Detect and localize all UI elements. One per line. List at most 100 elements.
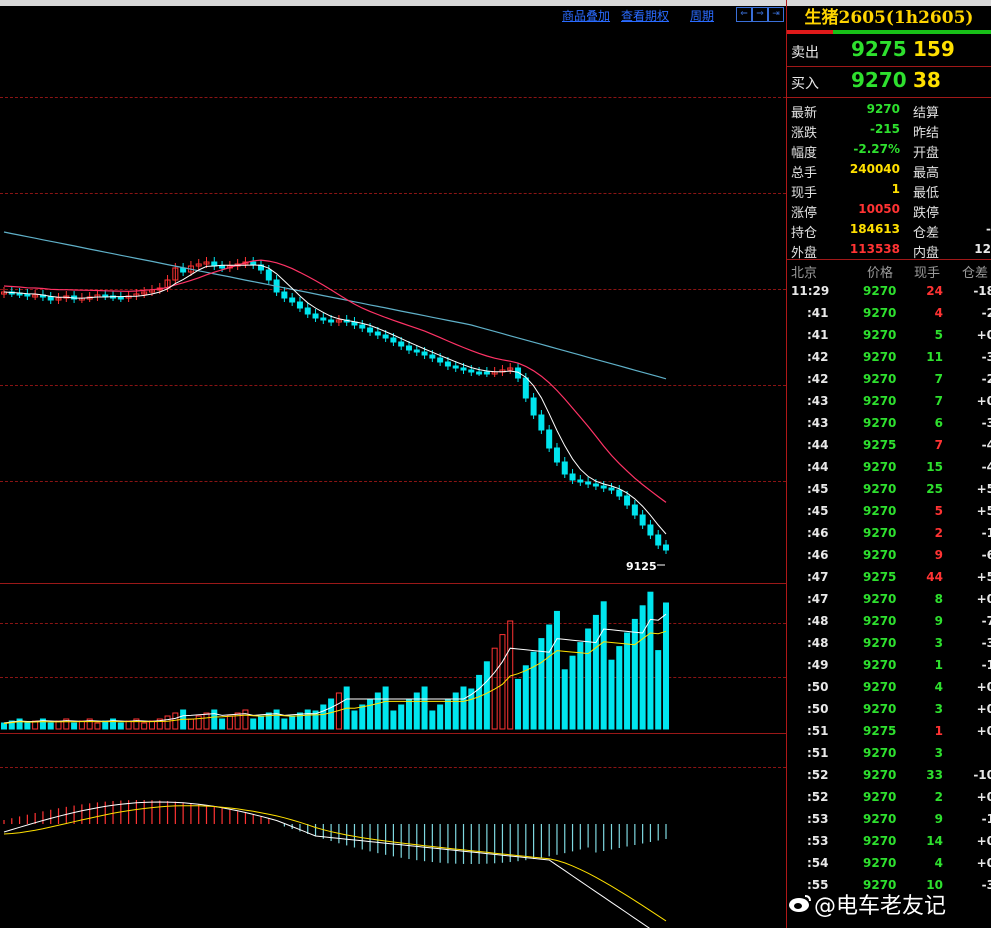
tick-volume: 7	[934, 394, 943, 408]
tick-price: 9270	[863, 284, 897, 298]
candle-body	[444, 361, 451, 367]
dea-line	[3, 805, 667, 922]
tick-oi-change: +0	[976, 328, 991, 342]
volume-bar	[304, 709, 311, 730]
tick-volume: 15	[926, 460, 943, 474]
candle-body	[553, 447, 560, 463]
ask-label: 卖出	[791, 45, 819, 61]
tick-volume: 9	[934, 548, 943, 562]
tick-time: :52	[807, 768, 829, 782]
volume-bar	[546, 624, 553, 730]
candle-body	[624, 495, 631, 506]
stat-value: 10050	[858, 202, 900, 216]
volume-bar	[647, 591, 654, 730]
volume-bar	[125, 720, 132, 730]
tick-row: :51 9270 3	[787, 743, 991, 765]
dif-line	[3, 801, 650, 928]
tick-oi-change: -3	[981, 878, 991, 892]
candle-body	[47, 296, 54, 301]
stat-row: 最新 9270 结算	[787, 100, 991, 121]
volume-bar	[226, 715, 233, 730]
candle-body	[569, 473, 576, 481]
tick-row: :50 9270 3 +0	[787, 699, 991, 721]
volume-bar	[515, 678, 522, 730]
candle-body	[421, 351, 428, 356]
tick-row: :48 9270 3 -3	[787, 633, 991, 655]
tick-oi-change: -4	[981, 438, 991, 452]
candle-body	[382, 334, 389, 339]
stat-value: -2.27%	[853, 142, 900, 156]
volume-bar	[592, 614, 599, 730]
tick-time: :51	[807, 724, 829, 738]
quote-panel: 生猪2605(1h2605) 卖出 9275 159 买入 9270 38 最新…	[787, 6, 991, 928]
candle-body	[561, 461, 568, 475]
kline-chart[interactable]: 9125	[0, 0, 786, 928]
stat-value: -	[986, 222, 991, 236]
tick-price: 9275	[863, 438, 897, 452]
volume-bar	[624, 632, 631, 730]
candle-body	[328, 319, 335, 323]
stat-label: 现手	[791, 186, 818, 201]
bid-label: 买入	[791, 76, 819, 92]
tick-time: :52	[807, 790, 829, 804]
tick-row: :47 9270 8 +0	[787, 589, 991, 611]
stat-value: 240040	[849, 162, 900, 176]
tick-price: 9270	[863, 416, 897, 430]
ask-row: 卖出 9275 159	[787, 36, 991, 66]
volume-bar	[553, 610, 560, 730]
volume-bar	[211, 709, 218, 730]
tick-row: :43 9270 7 +0	[787, 391, 991, 413]
tick-time: :53	[807, 812, 829, 826]
volume-bar	[382, 686, 389, 730]
tick-row: :46 9270 9 -6	[787, 545, 991, 567]
volume-bar	[367, 698, 374, 730]
tick-volume: 4	[934, 306, 943, 320]
tick-time: :45	[807, 482, 829, 496]
tick-oi-change: +5	[976, 570, 991, 584]
candle-body	[460, 367, 467, 371]
candle-body	[304, 307, 311, 315]
candle-body	[530, 397, 537, 416]
ticks-header: 北京 价格 现手 仓差	[787, 260, 991, 281]
tick-oi-change: -4	[981, 460, 991, 474]
volume-bar	[561, 669, 568, 730]
tick-time: :53	[807, 834, 829, 848]
tick-time: :43	[807, 394, 829, 408]
tick-price: 9270	[863, 592, 897, 606]
tick-oi-change: -3	[981, 636, 991, 650]
candle-body	[117, 296, 124, 300]
tick-volume: 33	[926, 768, 943, 782]
tick-row: :54 9270 4 +0	[787, 853, 991, 875]
ask-price: 9275	[851, 37, 907, 61]
candle-body	[663, 544, 669, 551]
tick-oi-change: +0	[976, 592, 991, 606]
volume-bar	[281, 718, 288, 730]
tick-oi-change: +5	[976, 482, 991, 496]
tick-price: 9275	[863, 724, 897, 738]
tick-volume: 7	[934, 438, 943, 452]
stat-label: 跌停	[913, 206, 940, 221]
candle-body	[413, 349, 420, 353]
tick-price: 9275	[863, 570, 897, 584]
tick-oi-change: -2	[981, 306, 991, 320]
volume-bar	[102, 720, 109, 730]
tick-volume: 11	[926, 350, 943, 364]
candle-body	[577, 479, 584, 483]
tick-row: :41 9270 5 +0	[787, 325, 991, 347]
tick-volume: 3	[934, 702, 943, 716]
candle-body	[312, 313, 319, 319]
volume-bar	[390, 710, 397, 730]
candle-body	[655, 534, 662, 546]
title-bar-green	[833, 30, 991, 34]
stat-label: 最高	[913, 166, 940, 181]
stat-row: 涨跌 -215 昨结	[787, 120, 991, 141]
tick-oi-change: +0	[976, 790, 991, 804]
volume-bar	[429, 710, 436, 730]
tick-oi-change: -10	[973, 768, 991, 782]
stat-label: 涨停	[791, 206, 818, 221]
stat-row: 涨停 10050 跌停	[787, 200, 991, 221]
ticks-header-time: 北京	[791, 266, 818, 281]
tick-price: 9270	[863, 394, 897, 408]
tick-oi-change: -1	[981, 658, 991, 672]
stat-row: 总手 240040 最高	[787, 160, 991, 181]
